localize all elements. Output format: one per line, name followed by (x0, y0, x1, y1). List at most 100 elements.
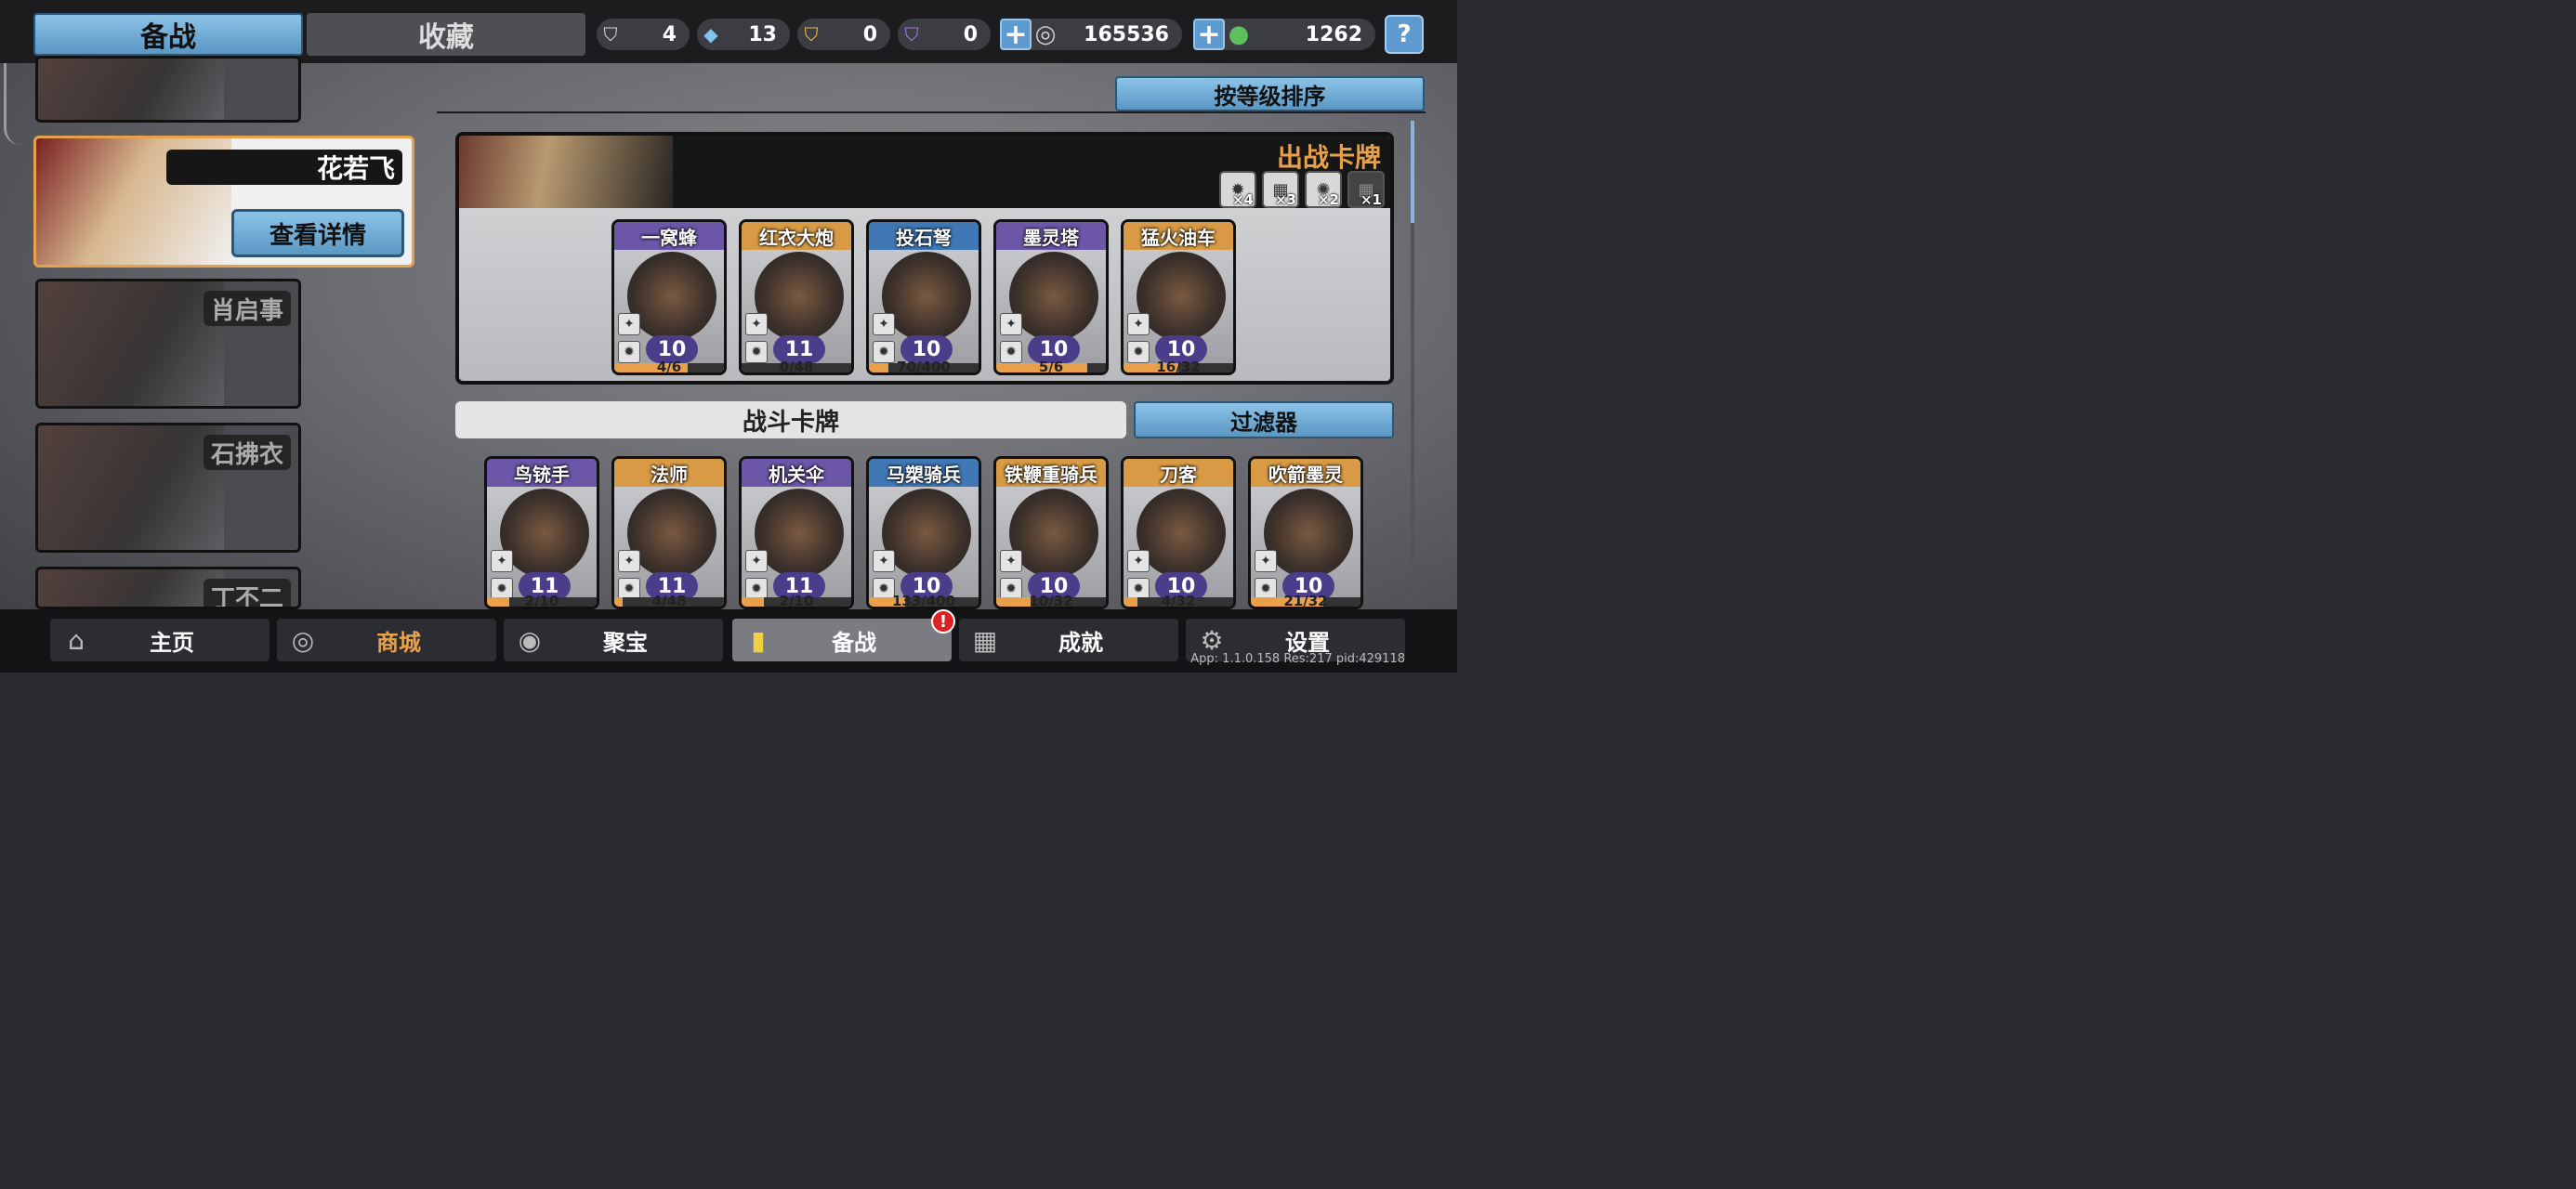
card[interactable]: 墨灵塔 ✦ ✹ 10 5/6 (993, 219, 1109, 375)
card-progress-text: 16/32 (1156, 359, 1201, 375)
resource-gold-shield: ⛉ 0 (797, 19, 890, 50)
sort-by-level-button[interactable]: 按等级排序 (1115, 76, 1425, 111)
card[interactable]: 刀客 ✦ ✹ 10 4/32 (1121, 456, 1236, 609)
scrollbar[interactable] (1411, 121, 1414, 604)
card-progress-text: 0/48 (779, 359, 814, 375)
card-progress-text: 2/10 (524, 593, 559, 609)
card-name: 机关伞 (742, 459, 851, 487)
card[interactable]: 铁鞭重骑兵 ✦ ✹ 10 10/32 (993, 456, 1109, 609)
card-art (882, 252, 971, 341)
card-trait-icon: ✦ (745, 313, 768, 335)
hero-name: 花若飞 (166, 150, 402, 185)
coin-icon: ◎ (1034, 20, 1057, 48)
view-details-button[interactable]: 查看详情 (231, 209, 404, 257)
card[interactable]: 马槊骑兵 ✦ ✹ 10 133/400 (866, 456, 981, 609)
card-trait-icon: ✦ (873, 550, 895, 572)
hero-item[interactable] (35, 56, 301, 123)
card-progress-text: 5/6 (1038, 359, 1064, 375)
card-art (755, 489, 844, 578)
nav-label: 聚宝 (603, 629, 648, 656)
filter-button[interactable]: 过滤器 (1134, 401, 1394, 438)
nav-label: 成就 (1058, 629, 1103, 656)
help-button[interactable]: ? (1385, 15, 1424, 54)
sun-burst-icon: ✹ ×4 (1219, 171, 1256, 208)
card[interactable]: 鸟铳手 ✦ ✹ 11 2/10 (484, 456, 599, 609)
gear-burst-icon: ✺ ×2 (1305, 171, 1342, 208)
card-name: 马槊骑兵 (869, 459, 979, 487)
card-progress-text: 10/32 (1029, 593, 1073, 609)
card-name: 法师 (614, 459, 724, 487)
card[interactable]: 吹箭墨灵 ✦ ✹ 10 21/32 (1248, 456, 1363, 609)
card-trait-icon: ✦ (1127, 550, 1150, 572)
nav-shop[interactable]: ◎ 商城 (277, 619, 496, 661)
card-name: 吹箭墨灵 (1251, 459, 1360, 487)
card-progress-text: 133/400 (891, 593, 956, 609)
nav-label: 主页 (150, 629, 194, 656)
card[interactable]: 猛火油车 ✦ ✹ 10 16/32 (1121, 219, 1236, 375)
nav-treasure[interactable]: ◉ 聚宝 (504, 619, 723, 661)
card-trait-icon: ✦ (618, 550, 640, 572)
nav-label: 备战 (832, 629, 876, 656)
resource-value: 165536 (1084, 22, 1169, 46)
card-art (627, 489, 716, 578)
tab-collection[interactable]: 收藏 (307, 13, 585, 56)
card-art (882, 489, 971, 578)
card-name: 墨灵塔 (996, 222, 1106, 250)
card-trait-icon: ✦ (1000, 313, 1022, 335)
modifier-count: ×2 (1317, 191, 1339, 208)
card-art (1264, 489, 1353, 578)
card-progress-text: 21/32 (1283, 593, 1328, 609)
card-art (1009, 252, 1098, 341)
card-trait-icon: ✦ (1255, 550, 1277, 572)
card[interactable]: 机关伞 ✦ ✹ 11 2/10 (739, 456, 854, 609)
version-text: App: 1.1.0.158 Res:217 pid:429118 (1190, 652, 1405, 666)
add-coin-button[interactable]: + (1000, 19, 1032, 51)
dark-wall-icon: ▦ ×1 (1347, 171, 1385, 208)
card[interactable]: 一窝蜂 ✦ ✹ 10 4/6 (611, 219, 727, 375)
pagoda-icon: ⌂ (68, 624, 85, 656)
hero-item-selected[interactable]: 花若飞 查看详情 (33, 136, 414, 268)
brick-wall-icon: ▦ ×3 (1262, 171, 1299, 208)
resource-value: 0 (862, 22, 877, 46)
card-art (500, 489, 589, 578)
hero-name: 肖启事 (203, 291, 291, 326)
card[interactable]: 投石弩 ✦ ✹ 10 70/400 (866, 219, 981, 375)
jade-orb-icon: ● (1228, 20, 1250, 48)
card-trait-icon: ✦ (491, 550, 513, 572)
add-jade-button[interactable]: + (1193, 19, 1225, 51)
nav-achievements[interactable]: ▦ 成就 (959, 619, 1178, 661)
hero-item[interactable]: 石拂衣 (35, 423, 301, 553)
resource-purple-gem: ⛉ 0 (898, 19, 991, 50)
deploy-title: 出战卡牌 (1276, 142, 1381, 173)
resource-jade: + ● 1262 (1193, 19, 1375, 51)
hero-portrait (38, 59, 224, 120)
card-trait-icon: ✦ (873, 313, 895, 335)
purple-gem-icon: ⛉ (904, 23, 919, 46)
resource-value: 0 (963, 22, 978, 46)
nav-home[interactable]: ⌂ 主页 (50, 619, 269, 661)
card-name: 红衣大炮 (742, 222, 851, 250)
hero-item[interactable]: 肖启事 (35, 279, 301, 409)
modifier-list: ✹ ×4 ▦ ×3 ✺ ×2 ▦ ×1 (1219, 171, 1385, 208)
tab-prepare[interactable]: 备战 (33, 13, 303, 56)
card-art (1137, 252, 1226, 341)
divider (437, 111, 1426, 113)
hero-item[interactable]: 丁不二 (35, 567, 301, 609)
gold-shield-icon: ⛉ (804, 23, 819, 46)
top-bar: 备战 收藏 ⛉ 4 ◆ 13 ⛉ 0 ⛉ 0 + ◎ 165536 + ● 12… (0, 0, 1457, 63)
card-name: 铁鞭重骑兵 (996, 459, 1106, 487)
card[interactable]: 红衣大炮 ✦ ✹ 11 0/48 (739, 219, 854, 375)
card-progress-text: 4/6 (656, 359, 682, 375)
card-progress-text: 4/32 (1161, 593, 1196, 609)
hero-portrait (38, 281, 224, 406)
nav-prepare[interactable]: ▮ 备战 ! (732, 609, 955, 661)
resource-value: 13 (748, 22, 777, 46)
card-name: 刀客 (1124, 459, 1233, 487)
card-name: 投石弩 (869, 222, 979, 250)
card[interactable]: 法师 ✦ ✹ 11 4/48 (611, 456, 727, 609)
deploy-header: 出战卡牌 ✹ ×4 ▦ ×3 ✺ ×2 ▦ ×1 (459, 136, 1390, 208)
card-name: 一窝蜂 (614, 222, 724, 250)
card-name: 猛火油车 (1124, 222, 1233, 250)
hero-portrait (38, 425, 224, 550)
hero-banner-art (459, 136, 673, 208)
